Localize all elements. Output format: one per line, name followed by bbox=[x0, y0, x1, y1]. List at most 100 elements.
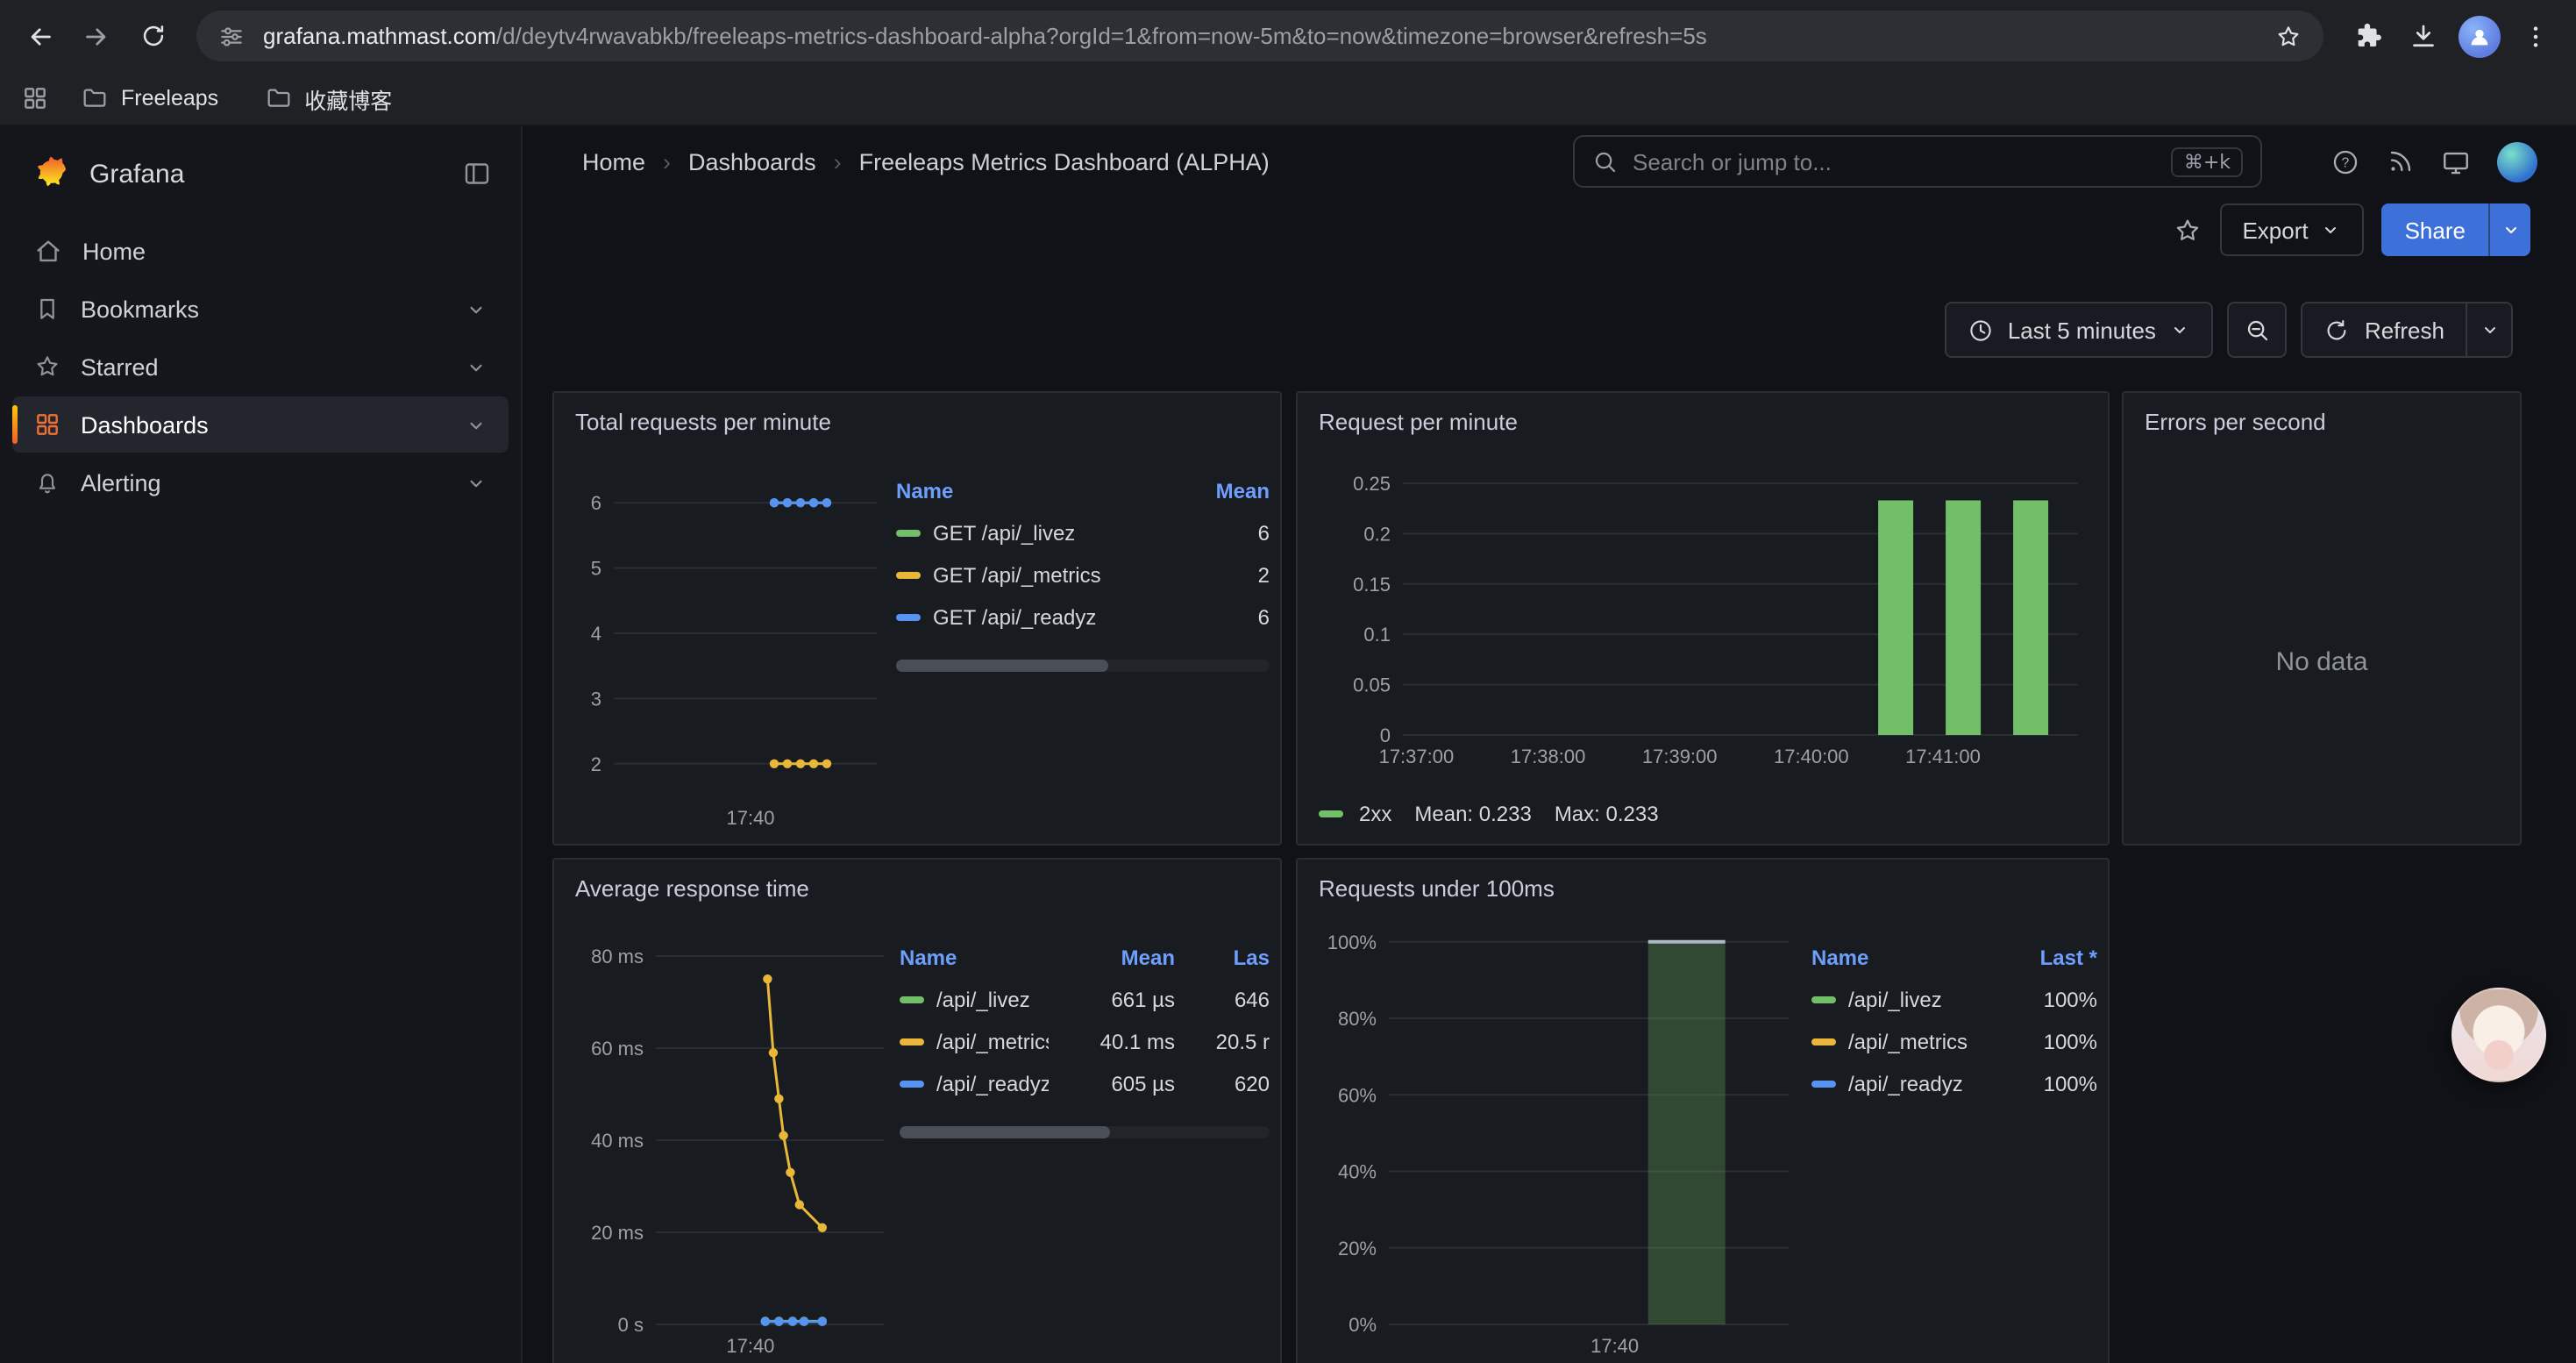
url-text: grafana.mathmast.com/d/deytv4rwavabkb/fr… bbox=[263, 23, 2257, 49]
sidebar-collapse-button[interactable] bbox=[461, 158, 493, 189]
address-bar[interactable]: grafana.mathmast.com/d/deytv4rwavabkb/fr… bbox=[196, 11, 2323, 61]
svg-text:17:40: 17:40 bbox=[1590, 1335, 1639, 1357]
legend-row[interactable]: /api/_metrics100% bbox=[1811, 1021, 2097, 1063]
help-button[interactable]: ? bbox=[2330, 146, 2360, 176]
grafana-logo bbox=[28, 153, 70, 195]
chevron-down-icon bbox=[2170, 319, 2191, 340]
floating-assistant-avatar[interactable] bbox=[2451, 988, 2546, 1082]
sidebar-item-starred[interactable]: Starred bbox=[12, 339, 509, 395]
legend-row[interactable]: GET /api/_metrics2 bbox=[896, 554, 1270, 596]
chevron-down-icon[interactable] bbox=[465, 471, 487, 494]
panel-title[interactable]: Request per minute bbox=[1298, 393, 2108, 449]
search-input[interactable] bbox=[1633, 148, 2158, 175]
reload-button[interactable] bbox=[126, 10, 179, 62]
back-button[interactable] bbox=[14, 10, 67, 62]
panel-title[interactable]: Errors per second bbox=[2124, 393, 2520, 449]
series-value: 6 bbox=[1164, 605, 1270, 630]
sidebar-item-label: Home bbox=[82, 238, 146, 264]
news-rss-button[interactable] bbox=[2387, 147, 2415, 175]
legend-row[interactable]: GET /api/_readyz6 bbox=[896, 596, 1270, 639]
breadcrumb: Home › Dashboards › Freeleaps Metrics Da… bbox=[582, 148, 1270, 175]
sidebar-item-alerting[interactable]: Alerting bbox=[12, 454, 509, 510]
kiosk-monitor-button[interactable] bbox=[2441, 146, 2471, 176]
sidebar-item-label: Dashboards bbox=[81, 411, 209, 438]
favorite-star-button[interactable] bbox=[2172, 215, 2202, 245]
series-stat: Mean: 0.233 bbox=[1414, 802, 1531, 826]
series-value: 20.5 r bbox=[1189, 1030, 1270, 1054]
dashboard-area: Last 5 minutes Refresh bbox=[523, 263, 2576, 1363]
svg-text:80%: 80% bbox=[1338, 1008, 1377, 1030]
time-range-picker[interactable]: Last 5 minutes bbox=[1945, 302, 2214, 358]
series-value: 6 bbox=[1164, 521, 1270, 546]
dashboard-actionbar: Export Share bbox=[523, 196, 2576, 263]
legend-row[interactable]: /api/_livez661 µs646 bbox=[900, 979, 1270, 1021]
forward-button[interactable] bbox=[70, 10, 123, 62]
panel-title[interactable]: Requests under 100ms bbox=[1298, 860, 2108, 916]
request-per-minute-chart[interactable]: 0.250.20.150.10.05017:37:0017:38:0017:39… bbox=[1298, 393, 2108, 844]
browser-menu-button[interactable] bbox=[2509, 10, 2562, 62]
chevron-down-icon bbox=[2500, 219, 2521, 240]
svg-text:0.25: 0.25 bbox=[1353, 473, 1391, 495]
series-value: 646 bbox=[1189, 988, 1270, 1012]
grafana-app: Grafana HomeBookmarksStarredDashboardsAl… bbox=[0, 126, 2576, 1363]
legend-row[interactable]: /api/_readyz100% bbox=[1811, 1063, 2097, 1105]
legend-column-header[interactable]: Mean bbox=[1063, 946, 1175, 970]
screen: grafana.mathmast.com/d/deytv4rwavabkb/fr… bbox=[0, 0, 2576, 1363]
requests-under-100ms-chart[interactable]: 100%80%60%40%20%0%17:40 bbox=[1298, 860, 2108, 1363]
bookmark-item-freeleaps[interactable]: Freeleaps bbox=[67, 79, 232, 118]
search-box[interactable]: ⌘+k bbox=[1573, 135, 2262, 188]
series-name: GET /api/_livez bbox=[933, 521, 1075, 546]
legend-column-header[interactable]: Last * bbox=[1999, 946, 2097, 970]
legend-column-header[interactable]: Mean bbox=[1164, 479, 1270, 503]
legend-column-header[interactable]: Name bbox=[896, 479, 1150, 503]
share-button[interactable]: Share bbox=[2382, 203, 2488, 256]
breadcrumb-dashboards[interactable]: Dashboards bbox=[688, 148, 816, 175]
sidebar-item-home[interactable]: Home bbox=[12, 223, 509, 279]
panel-grid: 6543217:40 Total requests per minute Nam… bbox=[523, 391, 2576, 1363]
legend-column-header[interactable]: Name bbox=[900, 946, 1049, 970]
breadcrumb-current: Freeleaps Metrics Dashboard (ALPHA) bbox=[859, 148, 1270, 175]
panel-title[interactable]: Average response time bbox=[554, 860, 1280, 916]
legend-row[interactable]: /api/_metrics40.1 ms20.5 r bbox=[900, 1021, 1270, 1063]
chevron-down-icon[interactable] bbox=[465, 355, 487, 378]
legend-column-header[interactable]: Name bbox=[1811, 946, 1985, 970]
browser-profile-button[interactable] bbox=[2453, 10, 2506, 62]
legend-table: Name Mean GET /api/_livez 6 GET /api/_metric… bbox=[896, 470, 1270, 672]
scrollbar-thumb[interactable] bbox=[896, 660, 1109, 672]
export-label: Export bbox=[2242, 217, 2308, 243]
export-button[interactable]: Export bbox=[2219, 203, 2364, 256]
downloads-button[interactable] bbox=[2397, 10, 2450, 62]
chevron-down-icon[interactable] bbox=[465, 413, 487, 436]
legend-header-row: Name Mean bbox=[896, 470, 1270, 512]
scrollbar-thumb[interactable] bbox=[900, 1126, 1111, 1138]
site-info-icon[interactable] bbox=[217, 22, 246, 50]
panel-title[interactable]: Total requests per minute bbox=[554, 393, 1280, 449]
clock-icon bbox=[1968, 317, 1994, 343]
legend-scrollbar[interactable] bbox=[900, 1126, 1270, 1138]
breadcrumb-home[interactable]: Home bbox=[582, 148, 645, 175]
sidebar-item-bookmarks[interactable]: Bookmarks bbox=[12, 281, 509, 337]
legend-inline[interactable]: 2xxMean: 0.233Max: 0.233 bbox=[1319, 802, 1659, 826]
legend-column-header[interactable]: Las bbox=[1189, 946, 1270, 970]
legend-row[interactable]: /api/_livez100% bbox=[1811, 979, 2097, 1021]
refresh-interval-button[interactable] bbox=[2467, 302, 2513, 358]
chevron-down-icon[interactable] bbox=[465, 297, 487, 320]
series-name: /api/_readyz bbox=[1848, 1072, 1963, 1096]
share-menu-button[interactable] bbox=[2488, 203, 2530, 256]
zoom-out-button[interactable] bbox=[2228, 302, 2288, 358]
bookmark-star-icon[interactable] bbox=[2274, 22, 2302, 50]
series-name[interactable]: 2xx bbox=[1359, 802, 1391, 826]
legend-row[interactable]: GET /api/_livez 6 bbox=[896, 512, 1270, 554]
panel-total-requests-per-minute: 6543217:40 Total requests per minute Nam… bbox=[552, 391, 1282, 846]
bookmark-item-blog[interactable]: 收藏博客 bbox=[250, 76, 406, 120]
svg-text:20 ms: 20 ms bbox=[591, 1222, 644, 1244]
apps-grid-icon[interactable] bbox=[21, 84, 49, 112]
bookmarks-bar: Freeleaps 收藏博客 bbox=[0, 72, 2576, 126]
user-avatar[interactable] bbox=[2497, 141, 2537, 182]
refresh-button[interactable]: Refresh bbox=[2302, 302, 2467, 358]
legend-scrollbar[interactable] bbox=[896, 660, 1270, 672]
legend-row[interactable]: /api/_readyz605 µs620 bbox=[900, 1063, 1270, 1105]
back-icon bbox=[25, 20, 56, 52]
extensions-button[interactable] bbox=[2341, 10, 2394, 62]
sidebar-item-dashboards[interactable]: Dashboards bbox=[12, 396, 509, 453]
